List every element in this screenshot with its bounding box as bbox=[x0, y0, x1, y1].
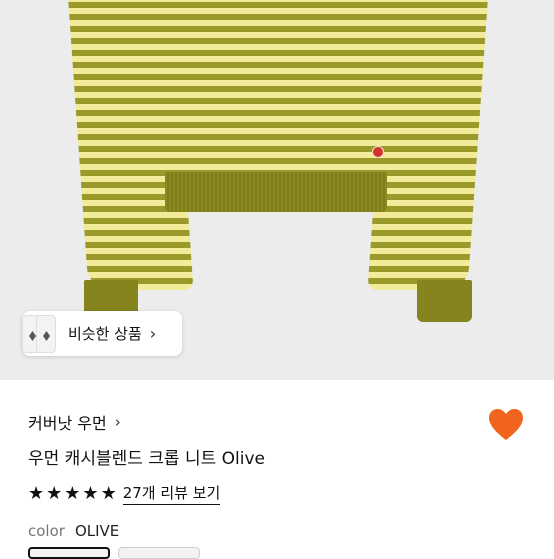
similar-products-button[interactable]: 비슷한 상품 › bbox=[22, 311, 182, 356]
color-value: OLIVE bbox=[74, 522, 120, 540]
heart-icon[interactable] bbox=[488, 408, 524, 442]
sweater-hem bbox=[165, 172, 387, 212]
product-title: 우먼 캐시블렌드 크롭 니트 Olive bbox=[28, 449, 266, 469]
color-swatch[interactable] bbox=[118, 547, 200, 559]
similar-thumbnails bbox=[22, 311, 58, 356]
star-icon: ★ bbox=[46, 482, 63, 504]
reviews-link[interactable]: 27개 리뷰 보기 bbox=[122, 482, 221, 505]
similar-products-label: 비슷한 상품 bbox=[68, 325, 142, 343]
chevron-right-icon: › bbox=[114, 413, 121, 431]
brand-label-patch bbox=[372, 146, 384, 158]
similar-thumbnail bbox=[36, 315, 56, 353]
star-icon: ★ bbox=[28, 482, 45, 504]
rating-row: ★ ★ ★ ★ ★ 27개 리뷰 보기 bbox=[28, 482, 221, 505]
product-image-hero[interactable]: 비슷한 상품 › bbox=[0, 0, 554, 380]
brand-name: 커버낫 우먼 bbox=[28, 414, 107, 433]
star-icon: ★ bbox=[100, 482, 117, 504]
star-icon: ★ bbox=[64, 482, 81, 504]
star-icon: ★ bbox=[82, 482, 99, 504]
color-swatch-selected[interactable] bbox=[28, 547, 110, 559]
chevron-right-icon: › bbox=[149, 324, 157, 343]
sweater-right-cuff bbox=[417, 280, 472, 322]
color-row: color OLIVE bbox=[28, 522, 119, 540]
color-label: color bbox=[28, 522, 65, 540]
brand-link[interactable]: 커버낫 우먼 › bbox=[28, 410, 121, 434]
